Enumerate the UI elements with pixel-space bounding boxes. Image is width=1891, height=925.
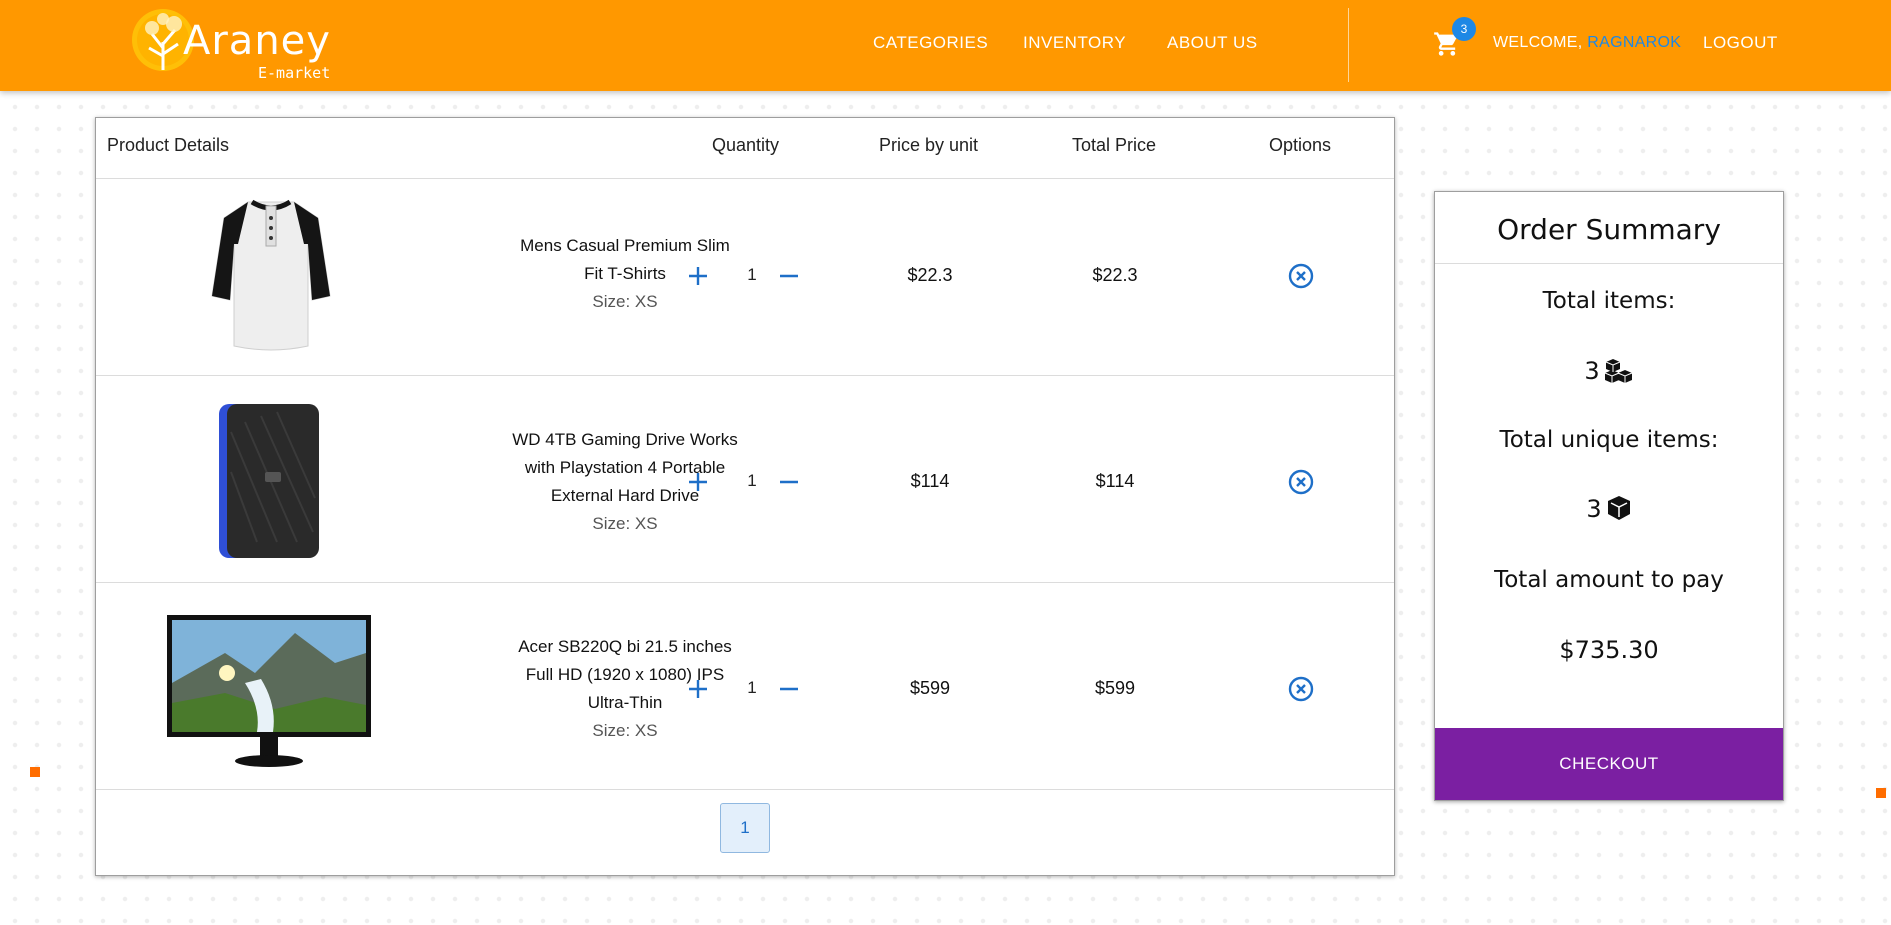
cart-count-badge: 3 [1452, 17, 1476, 41]
header-total-price: Total Price [1072, 135, 1157, 155]
cube-icon [1607, 496, 1630, 520]
table-header: Product Details Quantity Price by unit T… [96, 118, 1394, 179]
nav-inventory[interactable]: INVENTORY [1023, 33, 1126, 53]
header-options: Options [1269, 135, 1332, 155]
unit-price: $114 [910, 471, 950, 491]
henley-shirt-image [211, 199, 331, 351]
quantity-value: 1 [747, 678, 757, 697]
minus-icon[interactable] [777, 470, 801, 494]
plus-icon[interactable] [686, 264, 710, 288]
cubes-icon [1604, 359, 1632, 383]
unit-price: $599 [909, 678, 951, 698]
total-price: $599 [1094, 678, 1136, 698]
header-product-details: Product Details [107, 135, 230, 155]
header-price-by-unit: Price by unit [879, 135, 979, 155]
decorative-dot [30, 767, 40, 777]
total-price: $114 [1095, 471, 1135, 491]
brand-logo[interactable]: Araney E-market [130, 4, 350, 84]
header-quantity: Quantity [712, 135, 780, 155]
remove-item-icon[interactable] [1287, 675, 1315, 703]
plus-icon[interactable] [686, 677, 710, 701]
checkout-button[interactable]: CHECKOUT [1435, 728, 1783, 800]
nav-about-us[interactable]: ABOUT US [1167, 33, 1258, 53]
quantity-value: 1 [747, 265, 757, 284]
product-size: Size: XS [592, 292, 658, 311]
table-row: Acer SB220Q bi 21.5 inches Full HD (1920… [96, 583, 1394, 790]
cart-table: Product Details Quantity Price by unit T… [95, 117, 1395, 876]
amount-to-pay: $735.30 [1559, 636, 1659, 664]
amount-label: Total amount to pay [1494, 567, 1724, 593]
product-size: Size: XS [592, 721, 658, 740]
brand-name: Araney [183, 18, 331, 64]
total-price: $22.3 [1092, 265, 1138, 285]
total-items-value: 3 [1435, 357, 1783, 385]
unique-items-label: Total unique items: [1499, 427, 1719, 453]
navbar: Araney E-market CATEGORIES INVENTORY ABO… [0, 0, 1891, 91]
table-row: WD 4TB Gaming Drive Works with Playstati… [96, 376, 1394, 583]
welcome-message: WELCOME, RAGNAROK [1493, 34, 1681, 52]
welcome-label: WELCOME, [1493, 34, 1583, 51]
unit-price: $22.3 [907, 265, 953, 285]
total-items-label: Total items: [1542, 288, 1676, 314]
pagination-page-button[interactable]: 1 [720, 803, 770, 853]
table-row: Mens Casual Premium Slim Fit T-Shirts Si… [96, 178, 1394, 376]
minus-icon[interactable] [777, 264, 801, 288]
unique-items-count: 3 [1586, 495, 1602, 523]
unique-items-value: 3 [1435, 495, 1783, 523]
brand-subtitle: E-market [258, 64, 331, 82]
total-items-count: 3 [1584, 357, 1600, 385]
remove-item-icon[interactable] [1287, 262, 1315, 290]
nav-divider [1348, 8, 1349, 82]
order-summary-title: Order Summary [1435, 192, 1783, 264]
username[interactable]: RAGNAROK [1587, 34, 1681, 51]
monitor-image [167, 615, 371, 767]
order-summary: Order Summary Total items: 3 Total uniqu… [1434, 191, 1784, 801]
decorative-dot [1876, 788, 1886, 798]
remove-item-icon[interactable] [1287, 468, 1315, 496]
plus-icon[interactable] [686, 470, 710, 494]
nav-categories[interactable]: CATEGORIES [873, 33, 988, 53]
minus-icon[interactable] [777, 677, 801, 701]
logout-link[interactable]: LOGOUT [1703, 33, 1778, 53]
quantity-value: 1 [747, 471, 757, 490]
external-hard-drive-image [219, 404, 319, 558]
product-size: Size: XS [592, 514, 658, 533]
